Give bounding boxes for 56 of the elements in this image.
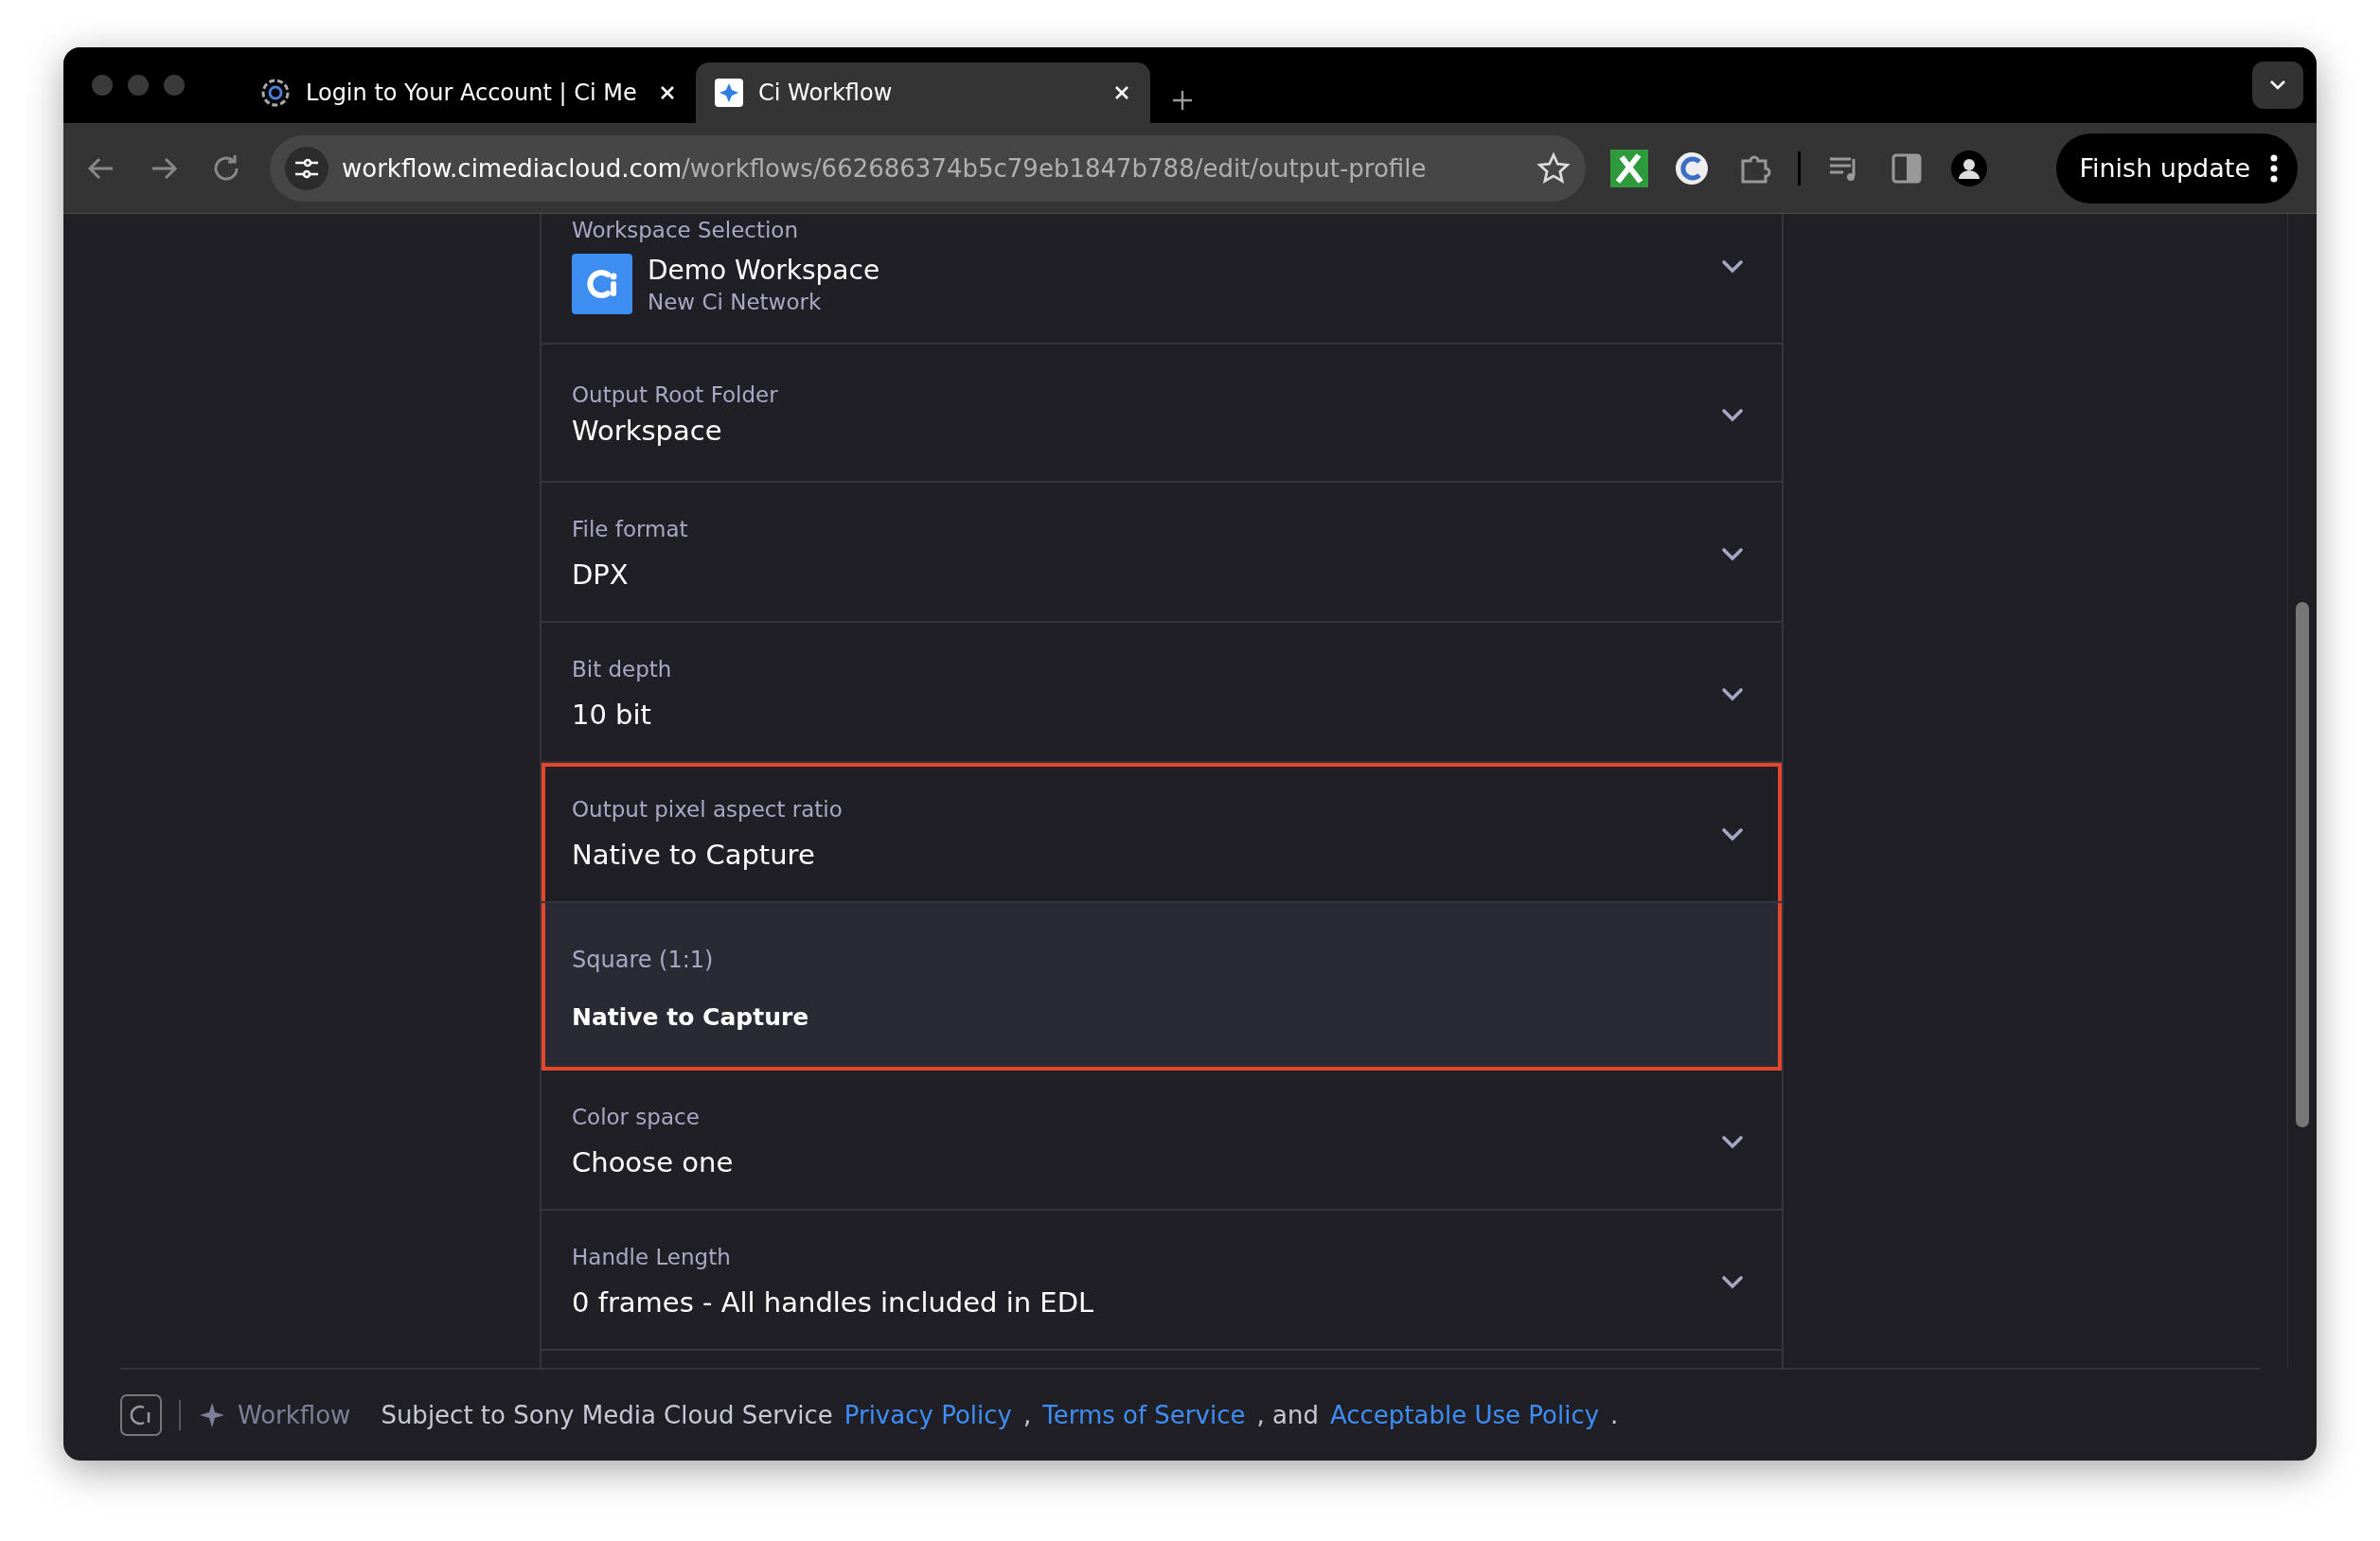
- field-value: 0 frames - All handles included in EDL: [572, 1286, 1095, 1319]
- dropdown-option[interactable]: Square (1:1): [572, 931, 1751, 988]
- field-value: Choose one: [572, 1146, 735, 1178]
- ci-logo-icon: [572, 254, 632, 314]
- dropdown-field[interactable]: Bit depth 10 bit: [542, 623, 1782, 763]
- chevron-down-icon: [2268, 80, 2287, 91]
- footer-link[interactable]: Acceptable Use Policy: [1329, 1401, 1600, 1429]
- address-bar[interactable]: workflow.cimediacloud.com/workflows/662686374b5c79eb1847b788/edit/output-profile: [270, 134, 1586, 202]
- footer-separator: , and: [1256, 1401, 1319, 1429]
- footer-separator: ,: [1022, 1401, 1032, 1429]
- dropdown-field[interactable]: Handle Length 0 frames - All handles included in EDL: [542, 1211, 1782, 1351]
- browser-tab[interactable]: Ci Workflow: [696, 62, 1150, 123]
- star-icon[interactable]: [1536, 151, 1571, 186]
- url-text: workflow.cimediacloud.com/workflows/662686374b5c79eb1847b788/edit/output-profile: [342, 153, 1427, 183]
- footer-separator: .: [1610, 1401, 1619, 1429]
- dropdown-field[interactable]: Output Root Folder Workspace: [542, 345, 1782, 483]
- chevron-down-icon: [1721, 686, 1744, 701]
- profile-avatar-icon[interactable]: [1950, 149, 1988, 187]
- scrollbar-thumb[interactable]: [2296, 602, 2309, 1127]
- field-value: DPX: [572, 558, 630, 591]
- dropdown-option[interactable]: Native to Capture: [572, 988, 1751, 1046]
- finish-update-button[interactable]: Finish update: [2056, 133, 2298, 204]
- ci-logo-icon: [120, 1394, 162, 1436]
- tab-search-button[interactable]: [2252, 62, 2303, 109]
- dropdown-field[interactable]: Workspace Selection Demo Workspace New Ci Network: [542, 214, 1782, 345]
- field-label: Handle Length: [572, 1245, 732, 1269]
- footer-link[interactable]: Privacy Policy: [844, 1401, 1012, 1429]
- browser-tab[interactable]: Login to Your Account | Ci Me: [241, 62, 696, 123]
- field-label: Bit depth: [572, 657, 673, 682]
- workspace-name: Demo Workspace: [648, 254, 880, 286]
- plus-icon[interactable]: [1171, 89, 1194, 112]
- field-label: Color space: [572, 1105, 701, 1129]
- field-value: 10 bit: [572, 699, 652, 731]
- footer-link[interactable]: Terms of Service: [1042, 1401, 1246, 1429]
- chevron-down-icon: [1721, 258, 1744, 274]
- spreadsheet-extension-icon[interactable]: [1610, 149, 1648, 187]
- chevron-down-icon: [1721, 546, 1744, 561]
- chevron-down-icon: [1721, 1134, 1744, 1149]
- field-label: File format: [572, 517, 689, 541]
- dropdown-field[interactable]: Color space Choose one: [542, 1071, 1782, 1211]
- more-vertical-icon[interactable]: [2269, 152, 2279, 184]
- field-label: Workspace Selection: [572, 218, 800, 242]
- ring-logo-icon: [260, 78, 291, 108]
- field-label: Output pixel aspect ratio: [572, 797, 844, 822]
- chevron-down-icon: [1721, 407, 1744, 422]
- sparkle-logo-icon: [715, 79, 743, 107]
- field-value: Workspace: [572, 415, 723, 447]
- field-value: Native to Capture: [572, 839, 816, 871]
- app-name: Workflow: [238, 1401, 351, 1429]
- chevron-down-icon: [1721, 826, 1744, 841]
- dropdown-field[interactable]: File format DPX: [542, 483, 1782, 623]
- chevron-down-icon: [1721, 1274, 1744, 1289]
- field-label: Output Root Folder: [572, 382, 779, 407]
- workspace-network: New Ci Network: [648, 289, 823, 314]
- sliders-icon[interactable]: [293, 156, 320, 180]
- footer-notice: Subject to Sony Media Cloud Service: [381, 1401, 833, 1429]
